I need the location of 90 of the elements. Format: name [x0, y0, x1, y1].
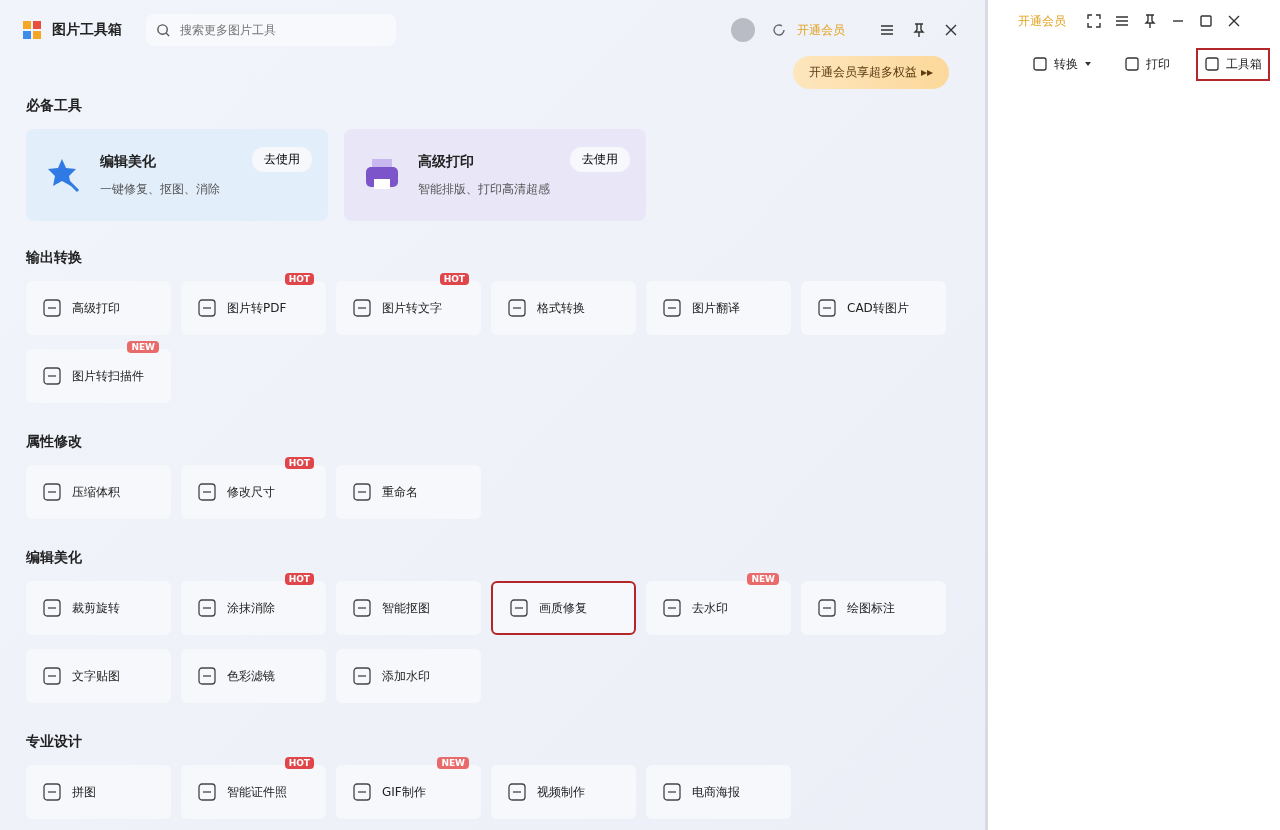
- tool-tile[interactable]: 压缩体积: [26, 465, 171, 519]
- tool-icon: [197, 782, 217, 802]
- app-logo-icon: [22, 20, 42, 40]
- tool-tile[interactable]: 裁剪旋转: [26, 581, 171, 635]
- toolbar-icon: [1204, 56, 1220, 72]
- tool-icon: [507, 298, 527, 318]
- tool-tile[interactable]: 绘图标注: [801, 581, 946, 635]
- tool-tile[interactable]: 色彩滤镜: [181, 649, 326, 703]
- card-title: 高级打印: [418, 152, 474, 171]
- pin-icon[interactable]: [911, 22, 927, 38]
- tool-icon: [42, 782, 62, 802]
- card-subtitle: 一键修复、抠图、消除: [100, 180, 220, 198]
- tool-tile[interactable]: 格式转换: [491, 281, 636, 335]
- search-field[interactable]: 搜索更多图片工具: [146, 14, 396, 46]
- promo-banner[interactable]: 开通会员享超多权益 ▸▸: [793, 56, 949, 89]
- menu-icon[interactable]: [879, 22, 895, 38]
- tool-icon: [509, 598, 529, 618]
- use-button[interactable]: 去使用: [252, 147, 312, 172]
- refresh-icon[interactable]: [771, 22, 787, 38]
- pin-icon[interactable]: [1142, 13, 1158, 29]
- tool-tile[interactable]: 智能证件照: [181, 765, 326, 819]
- toolbar-button[interactable]: 转换: [1026, 49, 1098, 79]
- toolbar-icon: [1124, 56, 1140, 72]
- section-heading: 专业设计: [26, 733, 83, 751]
- tool-icon: [352, 666, 372, 686]
- close-icon[interactable]: [1226, 13, 1242, 29]
- tag-label: HOT: [439, 273, 469, 285]
- tool-tile[interactable]: 添加水印: [336, 649, 481, 703]
- tool-tile[interactable]: 电商海报: [646, 765, 791, 819]
- tool-tile[interactable]: 重命名: [336, 465, 481, 519]
- tool-icon: [42, 482, 62, 502]
- tool-tile[interactable]: 图片转文字: [336, 281, 481, 335]
- tool-icon: [197, 598, 217, 618]
- tag-label: NEW: [127, 341, 159, 353]
- tool-icon: [817, 298, 837, 318]
- card-subtitle: 智能排版、打印高清超感: [418, 180, 550, 198]
- tool-tile[interactable]: GIF制作: [336, 765, 481, 819]
- tool-icon: [817, 598, 837, 618]
- tool-tile[interactable]: 拼图: [26, 765, 171, 819]
- tool-tile[interactable]: 智能抠图: [336, 581, 481, 635]
- section-heading: 必备工具: [26, 97, 83, 115]
- tag-label: HOT: [284, 573, 314, 585]
- tool-icon: [42, 666, 62, 686]
- tool-icon: [352, 598, 372, 618]
- window-title: 图片工具箱: [52, 21, 122, 39]
- tool-tile[interactable]: 去水印: [646, 581, 791, 635]
- tool-tile[interactable]: 视频制作: [491, 765, 636, 819]
- tool-icon: [197, 666, 217, 686]
- tool-tile[interactable]: 图片转扫描件: [26, 349, 171, 403]
- tool-icon: [662, 782, 682, 802]
- tool-tile[interactable]: 文字贴图: [26, 649, 171, 703]
- tool-icon: [197, 298, 217, 318]
- tool-tile[interactable]: 图片转PDF: [181, 281, 326, 335]
- tool-tile[interactable]: 涂抹消除: [181, 581, 326, 635]
- tag-label: NEW: [747, 573, 779, 585]
- tool-icon: [352, 782, 372, 802]
- section-heading: 输出转换: [26, 249, 83, 267]
- use-button[interactable]: 去使用: [570, 147, 630, 172]
- close-icon[interactable]: [943, 22, 959, 38]
- fullscreen-icon[interactable]: [1086, 13, 1102, 29]
- tool-card[interactable]: 高级打印 智能排版、打印高清超感 去使用: [344, 129, 646, 221]
- tool-tile[interactable]: 图片翻译: [646, 281, 791, 335]
- caret-icon: [1084, 60, 1092, 68]
- tool-tile[interactable]: CAD转图片: [801, 281, 946, 335]
- tool-icon: [662, 298, 682, 318]
- tag-label: HOT: [284, 457, 314, 469]
- tool-icon: [352, 482, 372, 502]
- tool-icon: [42, 366, 62, 386]
- card-title: 编辑美化: [100, 152, 156, 171]
- tool-icon: [42, 298, 62, 318]
- tag-label: NEW: [437, 757, 469, 769]
- tool-icon: [507, 782, 527, 802]
- maximize-icon[interactable]: [1198, 13, 1214, 29]
- tool-tile[interactable]: 高级打印: [26, 281, 171, 335]
- menu-icon[interactable]: [1114, 13, 1130, 29]
- tool-icon: [42, 598, 62, 618]
- toolbar-icon: [1032, 56, 1048, 72]
- section-heading: 属性修改: [26, 433, 83, 451]
- toolbar-button[interactable]: 工具箱: [1196, 47, 1270, 81]
- tool-icon: [197, 482, 217, 502]
- tool-tile[interactable]: 画质修复: [491, 581, 636, 635]
- search-icon: [156, 23, 171, 38]
- tag-label: HOT: [284, 273, 314, 285]
- tag-label: HOT: [284, 757, 314, 769]
- tool-icon: [662, 598, 682, 618]
- toolbar-button[interactable]: 打印: [1118, 49, 1176, 79]
- tool-card[interactable]: 编辑美化 一键修复、抠图、消除 去使用: [26, 129, 328, 221]
- tool-icon: [352, 298, 372, 318]
- section-heading: 编辑美化: [26, 549, 83, 567]
- tool-tile[interactable]: 修改尺寸: [181, 465, 326, 519]
